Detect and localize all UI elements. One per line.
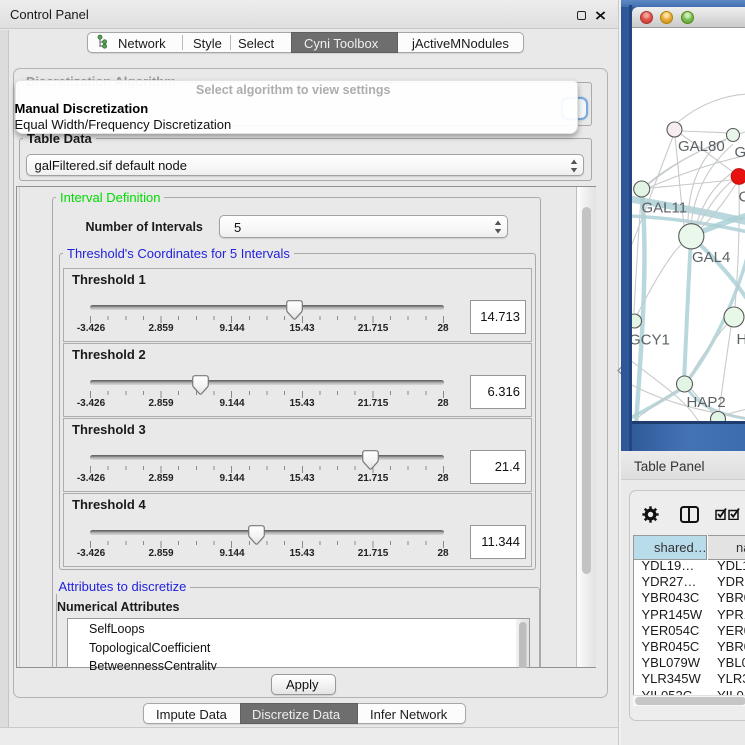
svg-text:GCY1: GCY1 <box>632 332 670 349</box>
svg-text:CD: CD <box>739 189 745 206</box>
svg-text:HAP2: HAP2 <box>687 394 726 411</box>
svg-text:GAL11: GAL11 <box>642 200 688 217</box>
svg-text:GAL80: GAL80 <box>678 138 725 155</box>
svg-text:GAL4: GAL4 <box>692 249 730 266</box>
svg-text:H: H <box>737 331 745 348</box>
svg-text:GA: GA <box>735 144 745 161</box>
